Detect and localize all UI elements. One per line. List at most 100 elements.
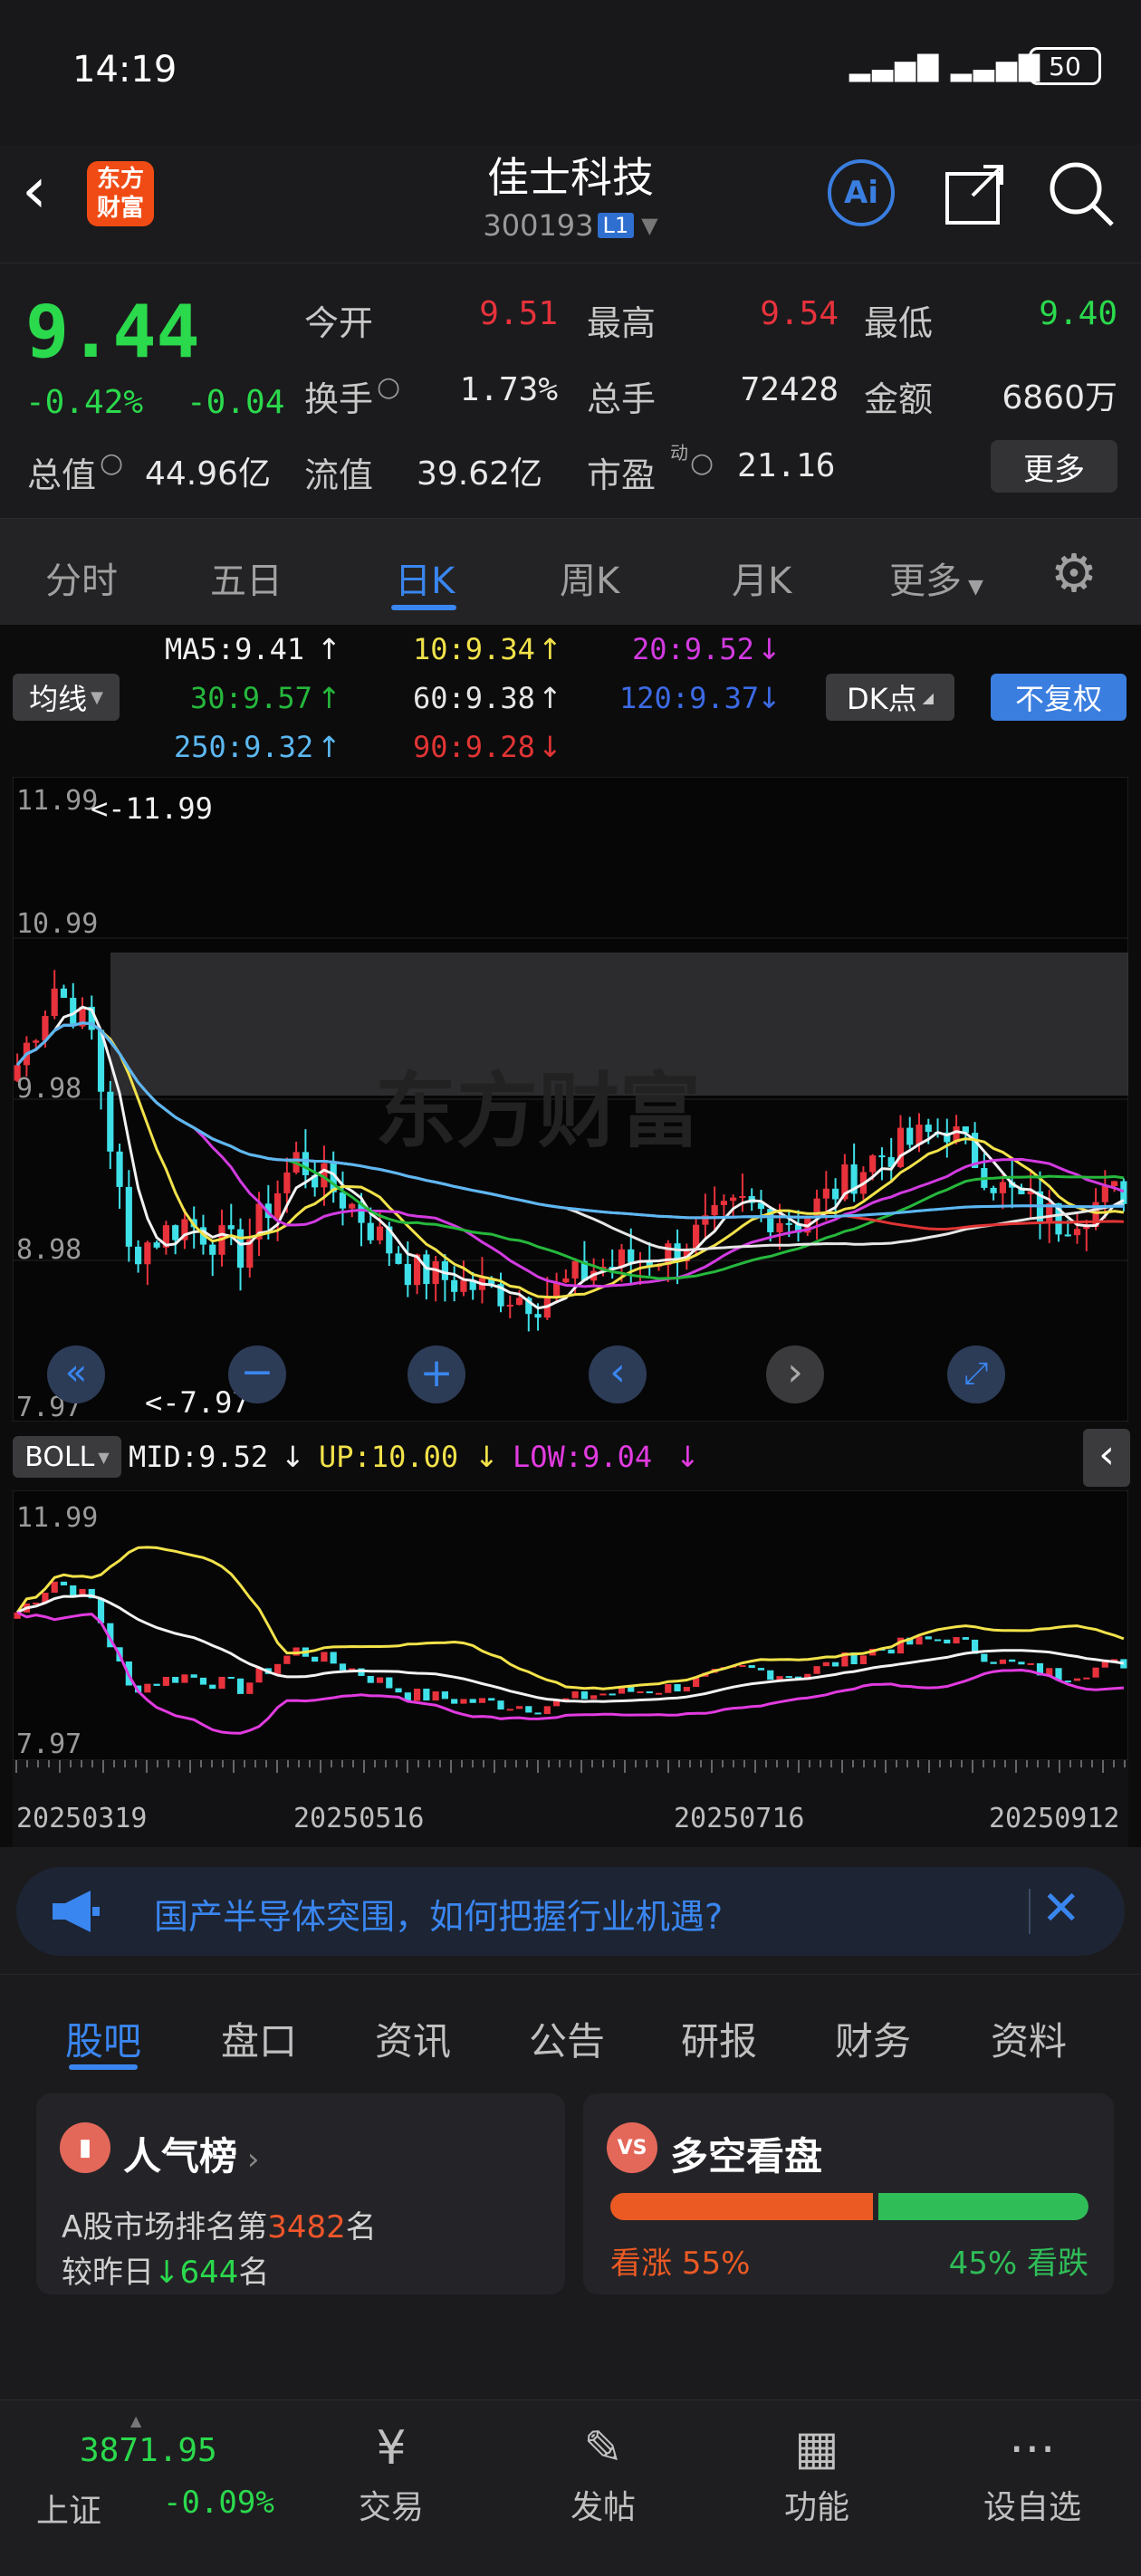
tab-orderbook[interactable]: 盘口 <box>221 2011 297 2066</box>
index-change[interactable]: -0.09% <box>163 2485 274 2521</box>
tab-profile[interactable]: 资料 <box>991 2011 1067 2066</box>
zoom-in-button[interactable]: + <box>408 1345 465 1403</box>
candle-body <box>283 1172 291 1193</box>
amount-value: 6860万 <box>1002 379 1117 417</box>
tab-monthly-k[interactable]: 月K <box>732 551 791 604</box>
tab-forum[interactable]: 股吧 <box>65 2011 141 2066</box>
close-icon[interactable]: ✕ <box>1041 1882 1081 1936</box>
boll-candle-body <box>506 1709 513 1711</box>
boll-y-bottom: 7.97 <box>16 1729 82 1760</box>
arrow-down-icon: ↓ <box>757 632 781 666</box>
tab-research[interactable]: 研报 <box>681 2011 757 2066</box>
long-short-title: 多空看盘 <box>670 2134 823 2179</box>
boll-candle-body <box>497 1700 504 1710</box>
index-value[interactable]: 3871.95 <box>80 2432 217 2469</box>
boll-candle-body <box>609 1693 616 1696</box>
boll-candle-body <box>51 1581 58 1594</box>
boll-candle-body <box>283 1655 291 1664</box>
kline-plot[interactable]: 东方财富 11.99 10.99 9.98 8.98 7.97 <-11.99 … <box>13 777 1128 1422</box>
ma10-label: 10:9.34 <box>413 632 535 666</box>
arrow-up-icon: ↑ <box>317 681 341 715</box>
ma20-label: 20:9.52 <box>632 632 754 666</box>
arrow-up-icon: ↑ <box>538 681 562 715</box>
nav-function[interactable]: 功能 <box>753 2481 880 2528</box>
bull-text: 看涨 55% <box>610 2238 750 2283</box>
rank-value: 3482 <box>267 2209 346 2246</box>
long-short-card[interactable]: VS 多空看盘 看涨 55% 45% 看跌 <box>583 2093 1114 2294</box>
market-cap-label: 总值 <box>27 455 97 495</box>
low-label: 最低 <box>864 303 934 343</box>
boll-candle-body <box>637 1690 644 1693</box>
ai-button[interactable]: Ai <box>828 159 895 226</box>
tab-announcements[interactable]: 公告 <box>529 2011 605 2066</box>
candle-body <box>1083 1226 1090 1230</box>
info-icon[interactable]: ○ <box>690 447 714 479</box>
y-tick-3: 9.98 <box>16 1073 82 1105</box>
boll-candle-body <box>339 1663 347 1671</box>
arrow-up-icon: ↑ <box>317 632 341 666</box>
more-button[interactable]: 更多 <box>991 440 1117 493</box>
bear-text: 45% 看跌 <box>949 2238 1088 2283</box>
candle-body <box>785 1222 792 1225</box>
candle-body <box>730 1197 737 1202</box>
info-icon[interactable]: ○ <box>377 371 400 403</box>
settings-gear-icon[interactable]: ⚙ <box>1050 542 1098 604</box>
index-name[interactable]: 上证 <box>36 2485 101 2532</box>
arrow-down-icon: ↓ <box>676 1440 700 1474</box>
ma-indicator-select[interactable]: 均线 ▼ <box>13 674 120 721</box>
candle-body <box>832 1188 839 1200</box>
collapse-panel-button[interactable]: ‹ <box>1083 1429 1130 1487</box>
fullscreen-button[interactable]: ⤢ <box>947 1345 1005 1403</box>
nav-post[interactable]: 发帖 <box>540 2481 666 2528</box>
tab-five-day[interactable]: 五日 <box>210 551 283 604</box>
grid-function-icon[interactable]: ▦ <box>782 2414 851 2483</box>
candle-body <box>441 1261 448 1280</box>
search-icon[interactable] <box>1045 158 1117 230</box>
boll-candle-body <box>776 1676 783 1681</box>
info-icon[interactable]: ○ <box>100 447 123 479</box>
boll-candle-body <box>1073 1678 1081 1681</box>
boll-indicator-select[interactable]: BOLL ▼ <box>13 1436 121 1478</box>
candle-body <box>51 988 58 1017</box>
price-adjust-button[interactable]: 不复权 <box>991 674 1127 721</box>
boll-candle-body <box>543 1706 551 1715</box>
boll-candle-body <box>665 1684 672 1693</box>
y-tick-4: 8.98 <box>16 1234 82 1266</box>
zoom-out-button[interactable]: − <box>228 1345 286 1403</box>
tab-news[interactable]: 资讯 <box>375 2011 451 2066</box>
popularity-card[interactable]: ▮ 人气榜 › A股市场排名第3482名 较昨日↓644名 <box>36 2093 565 2294</box>
boll-candle-body <box>534 1712 542 1715</box>
dk-point-button[interactable]: DK点 ◢ <box>826 674 954 721</box>
boll-candle-body <box>525 1706 532 1713</box>
tab-weekly-k[interactable]: 周K <box>560 551 619 604</box>
tab-financials[interactable]: 财务 <box>835 2011 911 2066</box>
arrow-down-icon: ↓ <box>475 1440 499 1474</box>
boll-candle-body <box>321 1652 328 1662</box>
more-dots-icon[interactable]: ⋯ <box>998 2414 1067 2483</box>
share-icon[interactable] <box>942 159 1011 228</box>
boll-y-top: 11.99 <box>16 1502 98 1534</box>
boll-plot[interactable]: 11.99 7.97 <box>13 1490 1128 1760</box>
candle-body <box>739 1196 746 1199</box>
candle-body <box>460 1279 467 1292</box>
boll-candle-body <box>227 1676 235 1679</box>
tab-daily-k[interactable]: 日K <box>395 551 455 604</box>
candle-body <box>878 1155 886 1158</box>
scroll-left-fast-button[interactable]: « <box>47 1345 105 1403</box>
nav-trade[interactable]: 交易 <box>328 2481 455 2528</box>
candle-body <box>515 1298 523 1306</box>
nav-add-watchlist[interactable]: 设自选 <box>969 2481 1096 2528</box>
step-left-button[interactable]: ‹ <box>589 1345 647 1403</box>
popularity-title: 人气榜 › <box>123 2126 259 2181</box>
boll-candle-body <box>330 1652 337 1664</box>
tab-intraday[interactable]: 分时 <box>45 551 118 604</box>
boll-candle-body <box>785 1676 792 1679</box>
banner-text[interactable]: 国产半导体突围，如何把握行业机遇? <box>154 1889 723 1939</box>
tab-more[interactable]: 更多 ▼ <box>889 551 983 604</box>
edit-post-icon[interactable]: ✎ <box>569 2414 638 2483</box>
boll-candle-body <box>767 1670 774 1681</box>
trade-icon[interactable]: ¥ <box>357 2414 426 2483</box>
stock-code: 300193 <box>483 208 594 243</box>
step-right-button[interactable]: › <box>766 1345 824 1403</box>
boll-candle-body <box>757 1668 765 1671</box>
